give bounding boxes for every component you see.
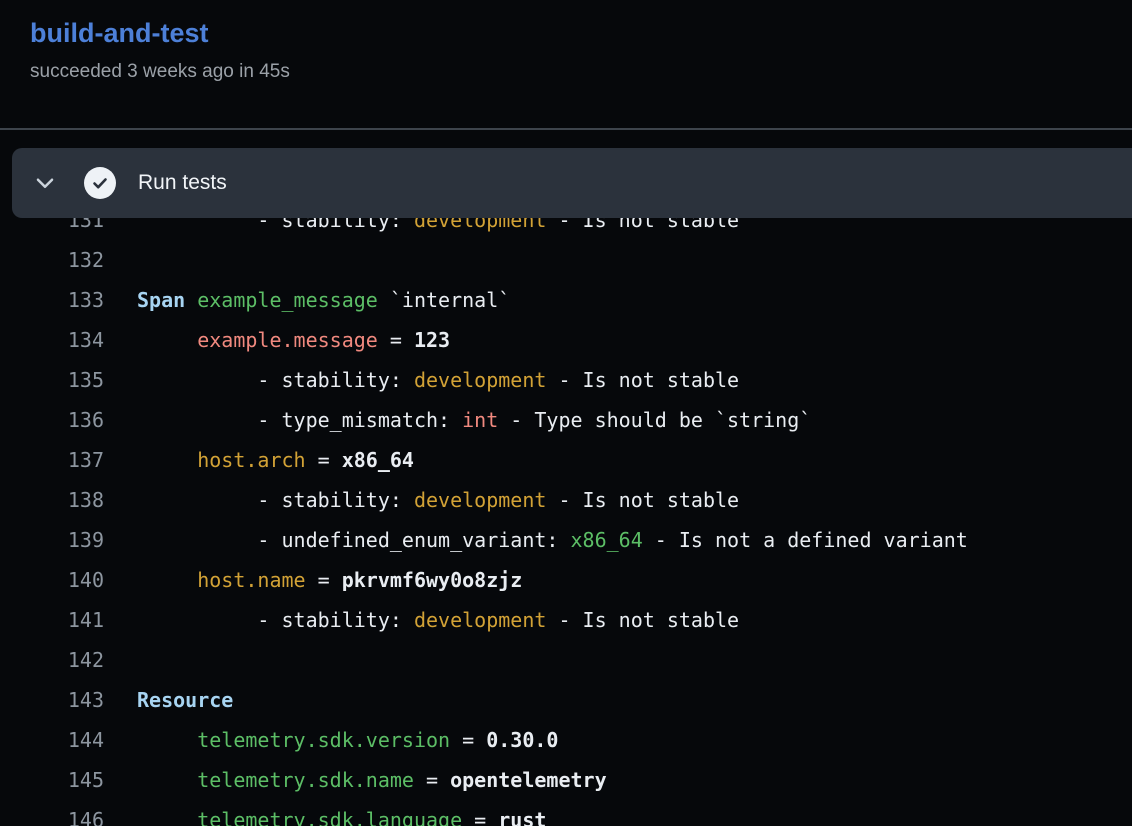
- job-header: build-and-test succeeded 3 weeks ago in …: [30, 16, 290, 84]
- log-line-text: - stability: development - Is not stable: [137, 360, 739, 400]
- log-line: 140 host.name = pkrvmf6wy0o8zjz: [0, 560, 1132, 600]
- log-line: 133 Span example_message `internal`: [0, 280, 1132, 320]
- log-rows: 131 - stability: development - Is not st…: [0, 200, 1132, 826]
- log-line: 142: [0, 640, 1132, 680]
- line-number[interactable]: 140: [0, 560, 104, 600]
- line-number[interactable]: 141: [0, 600, 104, 640]
- log-line: 138 - stability: development - Is not st…: [0, 480, 1132, 520]
- line-number[interactable]: 139: [0, 520, 104, 560]
- log-line-text: telemetry.sdk.name = opentelemetry: [137, 760, 607, 800]
- log-line-text: - type_mismatch: int - Type should be `s…: [137, 400, 811, 440]
- line-number[interactable]: 136: [0, 400, 104, 440]
- log-line-text: telemetry.sdk.version = 0.30.0: [137, 720, 558, 760]
- log-line-text: host.arch = x86_64: [137, 440, 414, 480]
- line-number[interactable]: 133: [0, 280, 104, 320]
- log-line: 143 Resource: [0, 680, 1132, 720]
- log-line-text: host.name = pkrvmf6wy0o8zjz: [137, 560, 522, 600]
- line-number[interactable]: 137: [0, 440, 104, 480]
- log-line: 134 example.message = 123: [0, 320, 1132, 360]
- log-line: 135 - stability: development - Is not st…: [0, 360, 1132, 400]
- log-line-text: Span example_message `internal`: [137, 280, 510, 320]
- line-number[interactable]: 145: [0, 760, 104, 800]
- log-line: 132: [0, 240, 1132, 280]
- line-number[interactable]: 143: [0, 680, 104, 720]
- log-line-text: example.message = 123: [137, 320, 450, 360]
- job-status-summary: succeeded 3 weeks ago in 45s: [30, 60, 290, 84]
- log-line-text: Resource: [137, 680, 233, 720]
- log-line: 141 - stability: development - Is not st…: [0, 600, 1132, 640]
- log-line-text: - undefined_enum_variant: x86_64 - Is no…: [137, 520, 968, 560]
- log-line: 137 host.arch = x86_64: [0, 440, 1132, 480]
- check-circle-icon: [84, 167, 116, 199]
- line-number[interactable]: 144: [0, 720, 104, 760]
- step-group-header[interactable]: Run tests: [12, 148, 1132, 218]
- log-line: 139 - undefined_enum_variant: x86_64 - I…: [0, 520, 1132, 560]
- log-viewport[interactable]: 131 - stability: development - Is not st…: [0, 130, 1132, 826]
- line-number[interactable]: 138: [0, 480, 104, 520]
- job-title-link[interactable]: build-and-test: [30, 16, 290, 50]
- step-name: Run tests: [138, 171, 227, 195]
- line-number[interactable]: 146: [0, 800, 104, 826]
- log-line: 146 telemetry.sdk.language = rust: [0, 800, 1132, 826]
- log-line-text: telemetry.sdk.language = rust: [137, 800, 546, 826]
- line-number[interactable]: 134: [0, 320, 104, 360]
- log-line-text: - stability: development - Is not stable: [137, 600, 739, 640]
- chevron-down-icon[interactable]: [32, 170, 58, 196]
- line-number[interactable]: 135: [0, 360, 104, 400]
- log-line: 145 telemetry.sdk.name = opentelemetry: [0, 760, 1132, 800]
- workflow-run-page: build-and-test succeeded 3 weeks ago in …: [0, 0, 1132, 826]
- line-number[interactable]: 142: [0, 640, 104, 680]
- log-line-text: - stability: development - Is not stable: [137, 480, 739, 520]
- log-line: 136 - type_mismatch: int - Type should b…: [0, 400, 1132, 440]
- log-line: 144 telemetry.sdk.version = 0.30.0: [0, 720, 1132, 760]
- line-number[interactable]: 132: [0, 240, 104, 280]
